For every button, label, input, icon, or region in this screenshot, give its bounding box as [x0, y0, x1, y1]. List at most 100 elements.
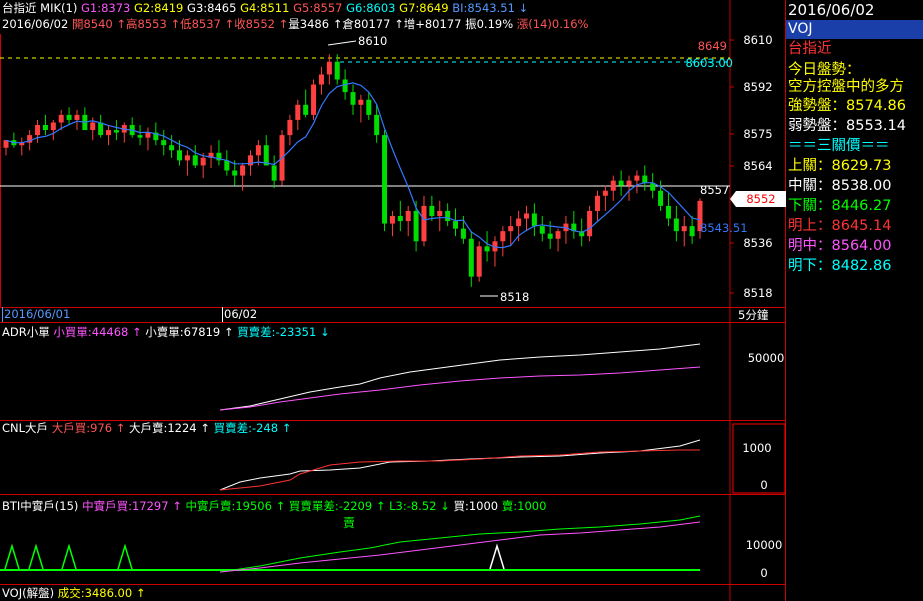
header-indicator-line: 台指近 MIK(1) G1:8373 G2:8419 G3:8465 G4:85…: [2, 1, 528, 15]
bti-panel-title: BTI中實戶(15) 中實戶買:17297 ↑ 中實戶賣:19506 ↑ 買賣單…: [2, 499, 546, 513]
analysis-sidebar: 2016/06/02 VOJ 台指近 今日盤勢： 空方控盤中的多方 強勢盤：8574.…: [786, 0, 923, 601]
candle-body: [240, 165, 246, 176]
candle-body: [90, 122, 96, 131]
candle-body: [618, 180, 624, 186]
header-ohlc-line-seg-6: ↑: [225, 17, 235, 31]
header-ohlc-line-seg-10: ↑: [333, 17, 343, 31]
sidebar-row: 空方控盤中的多方: [788, 79, 904, 95]
bti-panel-title-seg-6: 賣:1000: [502, 499, 547, 513]
adr-panel-title: ADR小單 小買單:44468 ↑ 小賣單:67819 ↑ 買賣差:-23351…: [2, 325, 330, 339]
cnl-panel-title-seg-1: 大戶買:976 ↑: [52, 421, 129, 435]
candle-body: [106, 130, 112, 136]
adr-panel-title-seg-0: ADR小單: [2, 325, 53, 339]
sidebar-row: 上關：8629.73: [788, 158, 892, 174]
candle-body: [366, 99, 372, 115]
candle-body: [413, 210, 419, 242]
candle-body: [287, 119, 293, 136]
header-indicator-line-seg-4: G4:8511: [240, 1, 293, 15]
candle-body: [587, 210, 593, 237]
label-8649: 8649: [698, 39, 727, 53]
candle-body: [445, 210, 451, 222]
candle-body: [271, 165, 277, 181]
candle-body: [169, 145, 175, 151]
sidebar-row: 明中：8564.00: [788, 238, 892, 254]
candle-body: [555, 231, 561, 239]
candle-body: [184, 155, 190, 161]
candle-body: [232, 170, 238, 176]
candle-body: [476, 246, 482, 277]
header-ohlc-line-seg-7: 收8552: [234, 17, 278, 31]
bti-panel-title-seg-5: 買:1000: [453, 499, 501, 513]
price-tick-label: 8610: [743, 33, 772, 47]
candle-body: [658, 190, 664, 206]
voj-panel-title-seg-0: VOJ(解盤): [2, 586, 58, 600]
chart-canvas[interactable]: 台指近 MIK(1) G1:8373 G2:8419 G3:8465 G4:85…: [0, 0, 786, 601]
candle-body: [610, 180, 616, 191]
candle-body: [531, 213, 537, 227]
candle-body: [58, 114, 64, 123]
time-label-0601: 2016/06/01: [4, 307, 70, 321]
header-indicator-line-seg-3: G3:8465: [187, 1, 240, 15]
header-indicator-line-seg-0: 台指近 MIK(1): [2, 1, 81, 15]
bti-panel-title-seg-1: 中實戶買:17297 ↑: [82, 499, 185, 513]
candle-body: [468, 238, 474, 277]
header-ohlc-line-seg-0: 2016/06/02: [2, 17, 72, 31]
sidebar-row: 今日盤勢：: [788, 62, 861, 78]
candle-body: [74, 114, 80, 120]
sidebar-symbol[interactable]: VOJ: [786, 20, 923, 39]
cnl-panel-title-seg-0: CNL大戶: [2, 421, 52, 435]
candle-body: [358, 99, 364, 105]
cnl-tick-0: 0: [760, 478, 767, 492]
bti-panel-title-seg-2: 中實戶賣:19506 ↑: [185, 499, 288, 513]
label-low: 8518: [500, 290, 529, 304]
adr-panel-title-seg-3: 買賣差:-23351 ↓: [237, 325, 329, 339]
candle-body: [547, 233, 553, 239]
candle-body: [334, 61, 340, 80]
interval-label: 5分鐘: [738, 308, 769, 322]
voj-panel-title: VOJ(解盤) 成交:3486.00 ↑: [2, 586, 145, 600]
price-tick-label: 8575: [743, 127, 772, 141]
candle-body: [295, 104, 301, 120]
time-label-0602: 06/02: [224, 307, 257, 321]
header-ohlc-line-seg-14: 振0.19%: [465, 17, 517, 31]
header-indicator-line-seg-8: BI:8543.51 ↓: [452, 1, 528, 15]
header-ohlc-line-seg-11: 倉80177: [342, 17, 394, 31]
bti-panel-title-seg-0: BTI中實戶(15): [2, 499, 82, 513]
candle-body: [35, 125, 41, 136]
candle-body: [405, 210, 411, 222]
candle-body: [224, 160, 230, 171]
candle-body: [192, 155, 198, 166]
header-ohlc-line-seg-4: ↑: [170, 17, 180, 31]
candle-body: [350, 92, 356, 105]
bti-panel-title-seg-4: L3:-8.52 ↓: [389, 499, 453, 513]
candle-body: [342, 79, 348, 93]
candle-body: [303, 104, 309, 115]
candle-body: [177, 150, 182, 161]
sidebar-row: 明上：8645.14: [788, 218, 892, 234]
candle-body: [602, 190, 608, 196]
candle-body: [453, 221, 459, 229]
price-tick-label: 8564: [743, 159, 772, 173]
header-indicator-line-seg-2: G2:8419: [134, 1, 187, 15]
header-ohlc-line: 2016/06/02 開8540 ↑高8553 ↑低8537 ↑收8552 ↑量…: [2, 17, 589, 31]
bti-tick-0: 0: [760, 566, 767, 580]
candle-body: [516, 218, 522, 227]
header-indicator-line-seg-7: G7:8649: [399, 1, 452, 15]
cnl-panel-title-seg-3: 買賣差:-248 ↑: [214, 421, 292, 435]
header-ohlc-line-seg-9: 量3486: [288, 17, 332, 31]
candle-body: [161, 140, 167, 146]
candle-body: [594, 195, 600, 211]
candle-body: [626, 180, 632, 186]
candle-body: [681, 226, 687, 232]
candle-body: [665, 205, 671, 219]
sidebar-row: 明下：8482.86: [788, 258, 892, 274]
candle-body: [389, 216, 395, 224]
cnl-panel-title-seg-2: 大戶賣:1224 ↑: [129, 421, 214, 435]
bti-panel-title-seg-3: 買賣單差:-2209 ↑: [289, 499, 389, 513]
candle-body: [634, 175, 640, 181]
current-price-tag: 8552: [746, 192, 775, 206]
candle-body: [42, 125, 48, 131]
candle-body: [500, 231, 506, 242]
label-8603: 8603.00: [685, 56, 733, 70]
cnl-panel-title: CNL大戶 大戶買:976 ↑ 大戶賣:1224 ↑ 買賣差:-248 ↑: [2, 421, 291, 435]
